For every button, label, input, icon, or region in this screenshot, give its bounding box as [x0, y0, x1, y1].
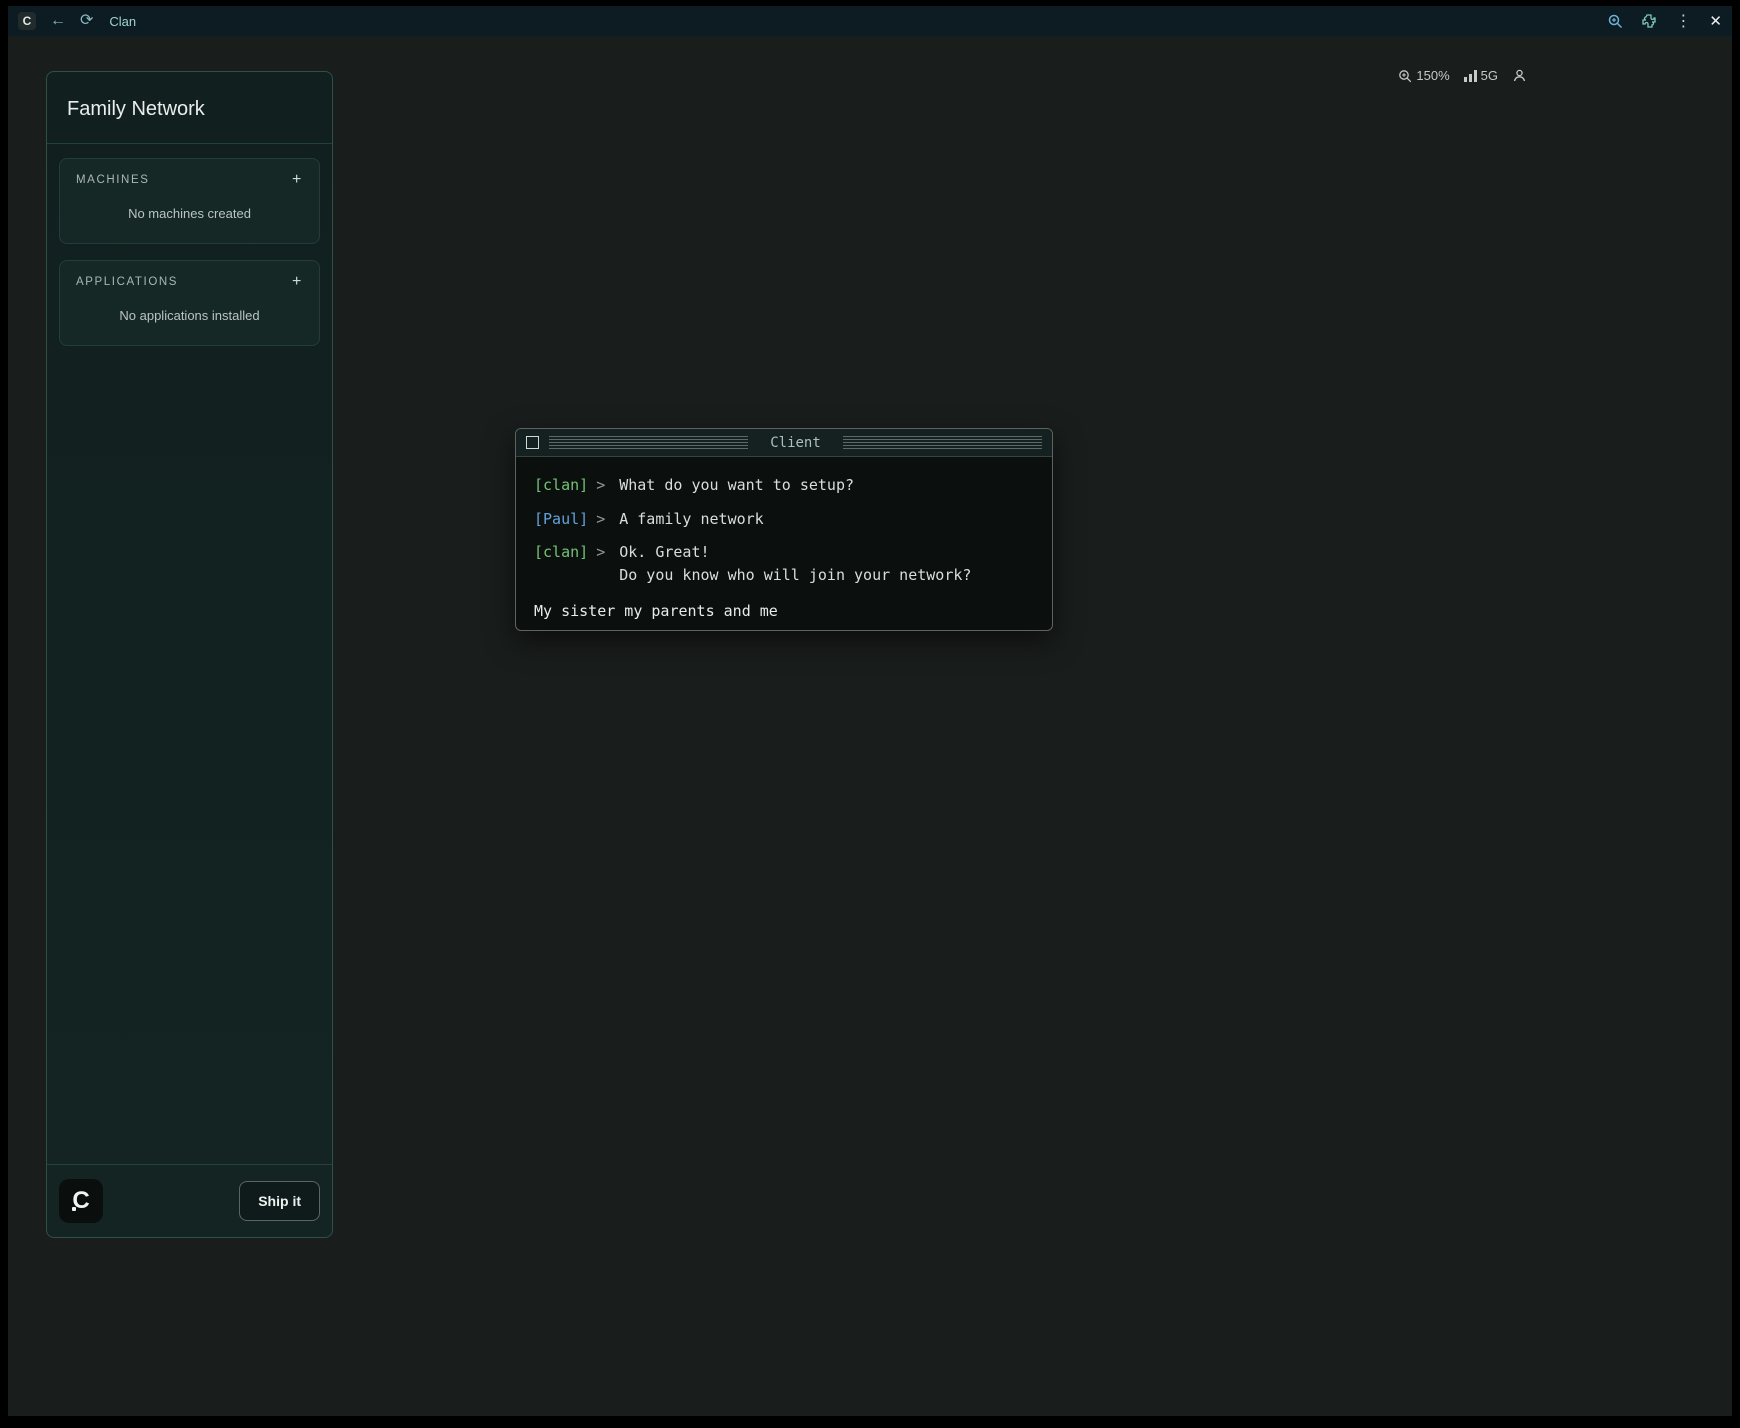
prompt-char: >: [596, 508, 605, 531]
sidebar-title: Family Network: [47, 72, 332, 144]
refresh-icon[interactable]: ⟳: [80, 13, 93, 29]
zoom-indicator[interactable]: 150%: [1398, 68, 1449, 83]
titlebar-lines-right: [843, 436, 1042, 449]
zoom-in-icon[interactable]: [1608, 14, 1623, 29]
prompt-char: >: [596, 474, 605, 497]
machines-header: MACHINES: [76, 174, 150, 186]
chat-message: [clan] > What do you want to setup?: [534, 474, 1034, 497]
ship-it-button[interactable]: Ship it: [239, 1181, 320, 1221]
applications-card: APPLICATIONS + No applications installed: [59, 260, 320, 346]
applications-header: APPLICATIONS: [76, 276, 178, 288]
machines-empty-text: No machines created: [60, 196, 319, 243]
client-window-title: Client: [758, 435, 833, 451]
add-machine-button[interactable]: +: [292, 172, 303, 188]
message-text: Ok. Great!: [619, 541, 971, 564]
chat-input[interactable]: My sister my parents and me: [534, 602, 1034, 620]
machines-card: MACHINES + No machines created: [59, 158, 320, 244]
client-titlebar[interactable]: Client: [516, 429, 1052, 457]
clan-logo: C: [59, 1179, 103, 1223]
client-chat: [clan] > What do you want to setup? [Pau…: [516, 457, 1052, 631]
profile-icon[interactable]: [1512, 68, 1527, 83]
zoom-level: 150%: [1416, 68, 1449, 83]
applications-empty-text: No applications installed: [60, 298, 319, 345]
sidebar-footer: C Ship it: [47, 1164, 332, 1237]
prompt-char: >: [596, 541, 605, 586]
message-text: What do you want to setup?: [619, 474, 854, 497]
titlebar-lines-left: [549, 436, 748, 449]
speaker-label: [clan]: [534, 474, 588, 497]
sidebar-spacer: [47, 362, 332, 1164]
extensions-puzzle-icon[interactable]: [1641, 13, 1657, 29]
sidebar: Family Network MACHINES + No machines cr…: [46, 71, 333, 1238]
status-indicators: 150% 5G: [1398, 68, 1527, 83]
speaker-label: [Paul]: [534, 508, 588, 531]
app-canvas: 150% 5G Family Network MACHINES + No mac…: [8, 36, 1732, 1416]
message-text: A family network: [619, 508, 764, 531]
client-window: Client [clan] > What do you want to setu…: [515, 428, 1053, 631]
page-title: Clan: [109, 14, 136, 29]
close-box-icon[interactable]: [526, 436, 539, 449]
network-label: 5G: [1481, 68, 1498, 83]
add-application-button[interactable]: +: [292, 274, 303, 290]
back-icon[interactable]: ←: [50, 13, 66, 29]
browser-titlebar: C ← ⟳ Clan ⋮ ✕: [8, 6, 1732, 36]
app-favicon: C: [18, 12, 36, 30]
window-close-icon[interactable]: ✕: [1709, 12, 1722, 30]
menu-kebab-icon[interactable]: ⋮: [1675, 11, 1691, 31]
speaker-label: [clan]: [534, 541, 588, 586]
signal-bars-icon: [1464, 70, 1477, 82]
message-text: Do you know who will join your network?: [619, 564, 971, 587]
chat-message: [clan] > Ok. Great! Do you know who will…: [534, 541, 1034, 586]
chat-message: [Paul] > A family network: [534, 508, 1034, 531]
network-indicator: 5G: [1464, 68, 1498, 83]
